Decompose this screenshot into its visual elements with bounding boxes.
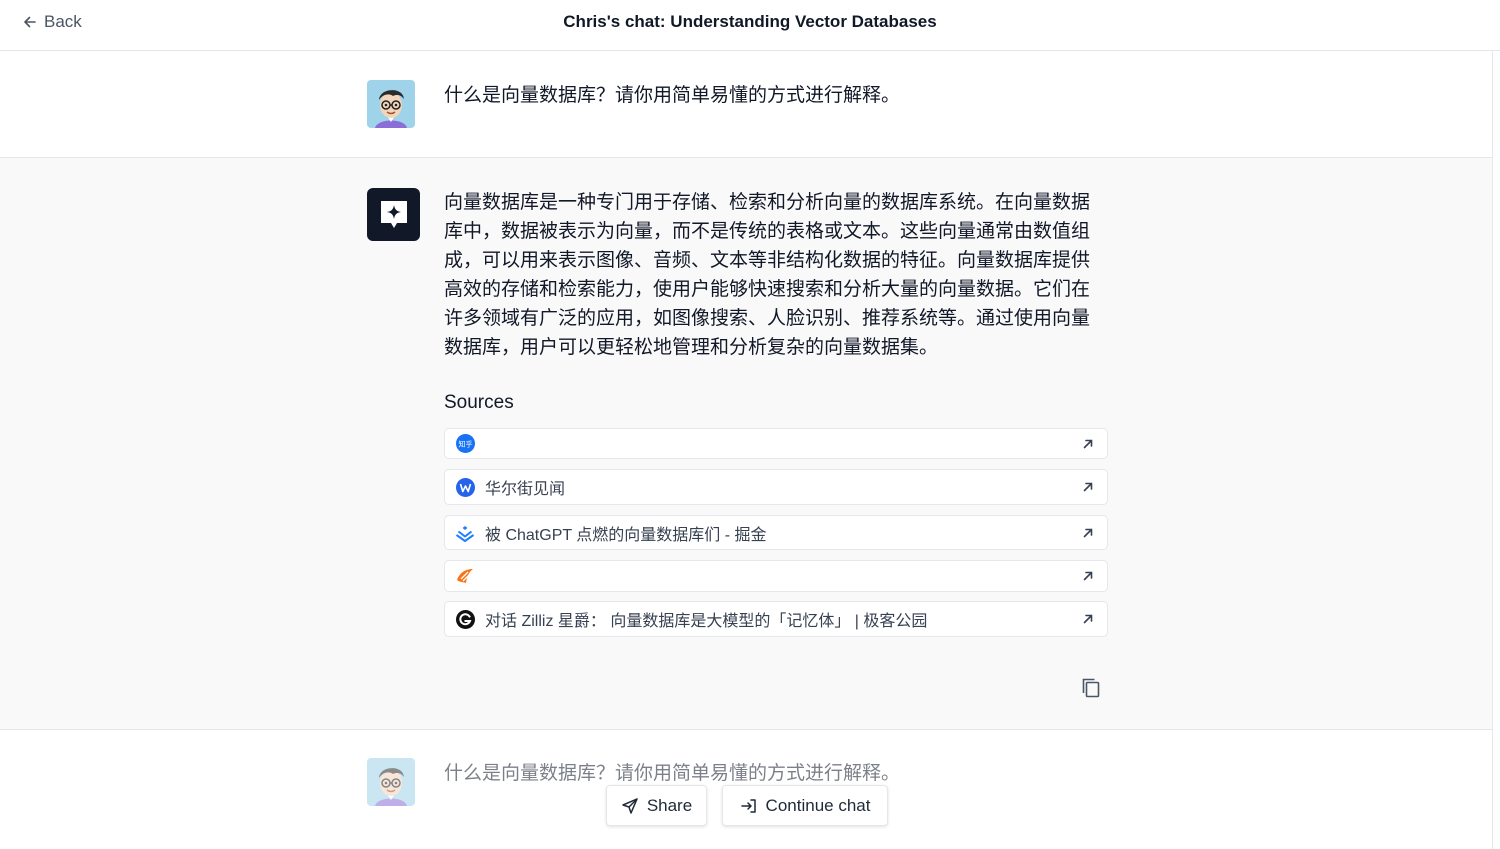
assistant-logo-icon <box>367 188 420 241</box>
source-link-juejin[interactable]: 被 ChatGPT 点燃的向量数据库们 - 掘金 <box>444 515 1108 550</box>
assistant-message: 向量数据库是一种专门用于存储、检索和分析向量的数据库系统。在向量数据 库中，数据… <box>0 158 1492 730</box>
source-link-geekpark[interactable]: 对话 Zilliz 星爵： 向量数据库是大模型的「记忆体」 | 极客公园 <box>444 601 1108 637</box>
external-link-icon <box>1083 439 1093 448</box>
copy-button[interactable] <box>1080 676 1102 700</box>
external-link-icon <box>1083 571 1093 581</box>
answer-line: 高效的存储和检索能力，使用户能够快速搜索和分析大量的向量数据。它们在 <box>444 279 1091 300</box>
share-button[interactable]: Share <box>606 785 707 826</box>
answer-line: 数据库，用户可以更轻松地管理和分析复杂的向量数据集。 <box>444 337 939 358</box>
copy-icon <box>1082 678 1100 698</box>
source-label: 被 ChatGPT 点燃的向量数据库们 - 掘金 <box>485 526 767 544</box>
share-label: Share <box>646 795 693 815</box>
external-link-icon <box>1083 528 1093 537</box>
source-label: 华尔街见闻 <box>485 481 566 498</box>
continue-chat-button[interactable]: Continue chat <box>722 785 888 826</box>
answer-line: 库中，数据被表示为向量，而不是传统的表格或文本。这些向量通常由数值组 <box>444 221 1091 242</box>
scrollbar-track <box>1492 51 1493 849</box>
user-avatar <box>367 758 415 806</box>
zhihu-icon: 知乎 <box>455 434 475 454</box>
answer-line: 许多领域有广泛的应用，如图像搜索、人脸识别、推荐系统等。通过使用向量 <box>444 308 1091 329</box>
juejin-icon <box>455 523 475 543</box>
login-arrow-icon <box>740 798 756 813</box>
external-link-icon <box>1083 482 1093 492</box>
external-link-icon <box>1083 614 1093 624</box>
wallstreetcn-icon <box>455 477 475 497</box>
source-link-zhihu[interactable]: 知乎 <box>444 428 1108 459</box>
page-title: Chris's chat: Understanding Vector Datab… <box>563 12 937 31</box>
user-message: 什么是向量数据库？请你用简单易懂的方式进行解释。 <box>0 52 1492 158</box>
source-link-wallstreetcn[interactable]: 华尔街见闻 <box>444 469 1108 505</box>
source-label: 对话 Zilliz 星爵： 向量数据库是大模型的「记忆体」 | 极客公园 <box>485 613 928 630</box>
send-icon <box>622 797 638 814</box>
assistant-message-text: 向量数据库是一种专门用于存储、检索和分析向量的数据库系统。在向量数据 库中，数据… <box>444 188 1109 362</box>
user-avatar <box>367 80 415 128</box>
orange-bird-icon <box>455 566 475 586</box>
answer-line: 向量数据库是一种专门用于存储、检索和分析向量的数据库系统。在向量数据 <box>444 192 1091 213</box>
sources-heading: Sources <box>444 392 514 413</box>
top-bar: Back Chris's chat: Understanding Vector … <box>0 0 1500 51</box>
source-link-unlabeled[interactable] <box>444 560 1108 592</box>
user-message-text: 什么是向量数据库？请你用简单易懂的方式进行解释。 <box>444 763 901 784</box>
answer-line: 成，可以用来表示图像、音频、文本等非结构化数据的特征。向量数据库提供 <box>444 250 1091 271</box>
svg-text:知乎: 知乎 <box>458 440 472 449</box>
geekpark-icon <box>455 609 475 629</box>
user-message-text: 什么是向量数据库？请你用简单易懂的方式进行解释。 <box>444 85 901 106</box>
continue-chat-label: Continue chat <box>765 795 871 815</box>
